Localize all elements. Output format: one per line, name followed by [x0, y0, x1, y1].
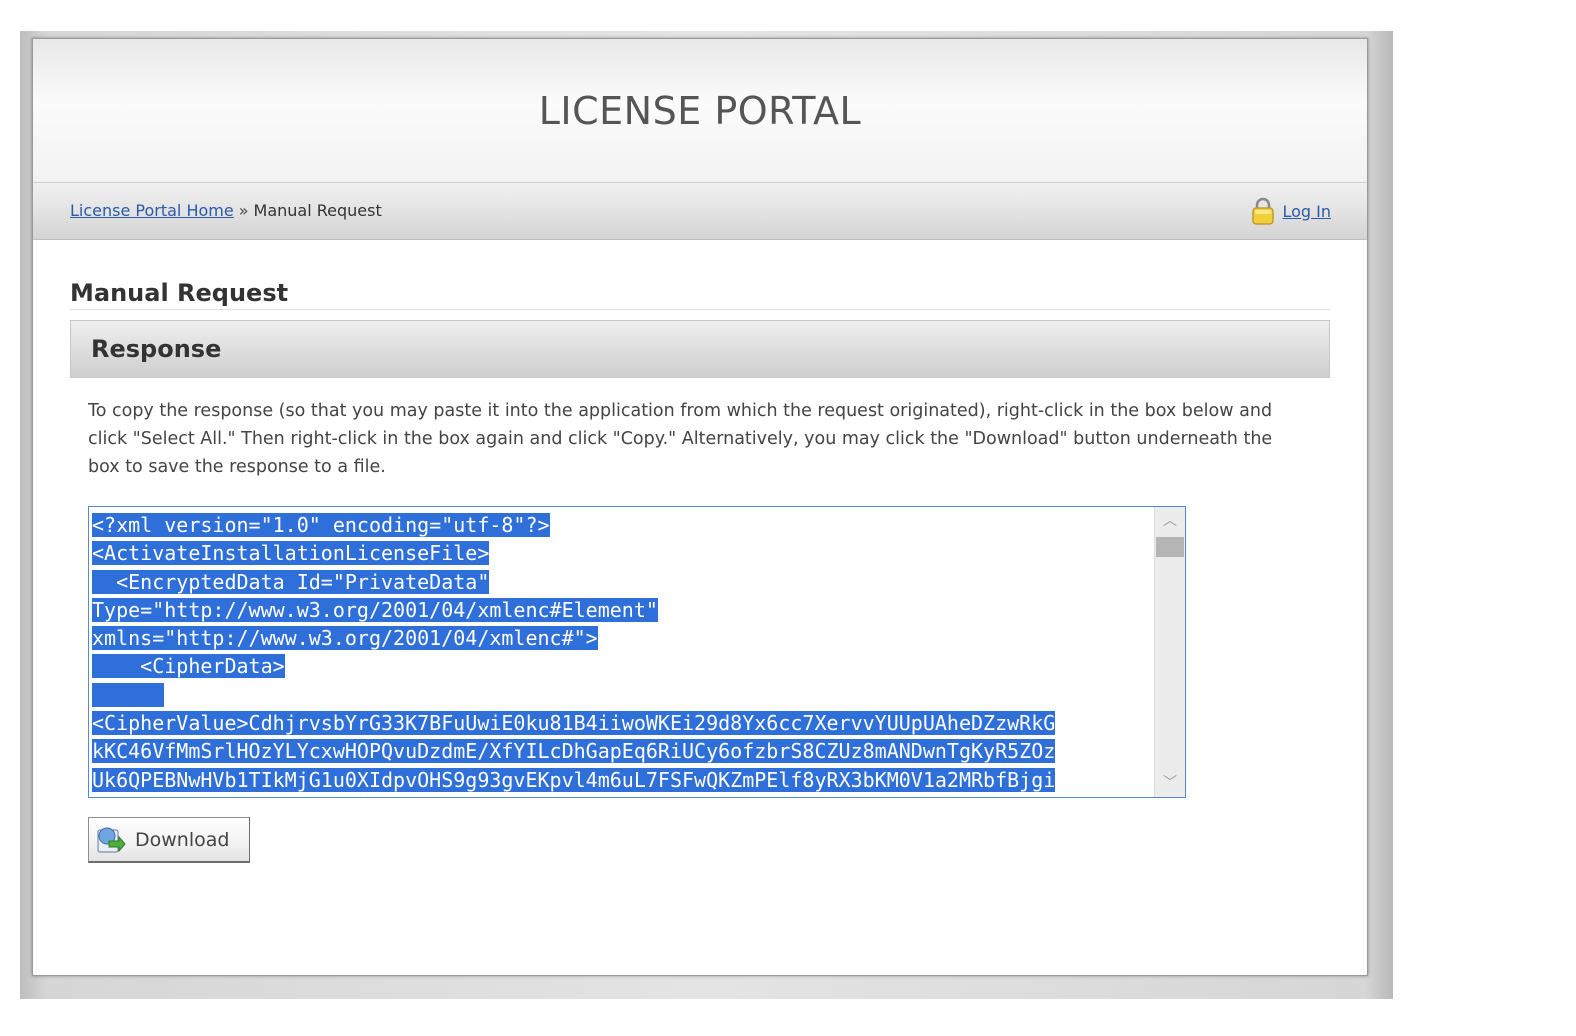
response-line-text: <ActivateInstallationLicenseFile> — [92, 541, 490, 566]
lock-icon — [1250, 196, 1276, 226]
response-line: Type="http://www.w3.org/2001/04/xmlenc#E… — [92, 596, 1152, 624]
response-line-text: kKC46VfMmSrlHOzYLYcxwHOPQvuDzdmE/XfYILcD… — [92, 739, 1056, 764]
response-line-text: Uk6QPEBNwHVb1TIkMjG1u0XIdpvOHS9g93gvEKpv… — [92, 767, 1056, 792]
response-line: <?xml version="1.0" encoding="utf-8"?> — [92, 511, 1152, 539]
response-line-text: xmlns="http://www.w3.org/2001/04/xmlenc#… — [92, 626, 598, 651]
download-icon — [95, 824, 127, 856]
portal-header: LICENSE PORTAL — [33, 39, 1367, 183]
nav-bar: License Portal Home» Manual Request Log I… — [33, 183, 1367, 240]
portal-frame: LICENSE PORTAL License Portal Home» Manua… — [32, 38, 1368, 976]
breadcrumb: License Portal Home» Manual Request — [70, 201, 382, 220]
breadcrumb-current: Manual Request — [253, 201, 382, 220]
response-line-text: <CipherData> — [92, 654, 285, 679]
response-textarea[interactable]: <?xml version="1.0" encoding="utf-8"?> <A… — [88, 506, 1186, 798]
download-label: Download — [135, 828, 230, 851]
response-line: <ActivateInstallationLicenseFile> — [92, 539, 1152, 567]
response-line-text: <CipherValue>CdhjrvsbYrG33K7BFuUwiE0ku81… — [92, 711, 1056, 736]
response-line: <CipherData> — [92, 652, 1152, 680]
response-text[interactable]: <?xml version="1.0" encoding="utf-8"?> <A… — [92, 511, 1152, 794]
scroll-down-icon[interactable]: ﹀ — [1155, 771, 1185, 795]
section-title: Response — [91, 335, 222, 363]
textarea-scrollbar[interactable]: ︿ ﹀ — [1154, 507, 1185, 797]
download-button[interactable]: Download — [88, 817, 250, 863]
breadcrumb-home-link[interactable]: License Portal Home — [70, 201, 234, 220]
response-line: xmlns="http://www.w3.org/2001/04/xmlenc#… — [92, 624, 1152, 652]
scroll-up-icon[interactable]: ︿ — [1155, 509, 1185, 533]
page-heading: Manual Request — [70, 279, 289, 307]
response-section-header: Response — [70, 320, 1330, 378]
response-line-text: <EncryptedData Id="PrivateData" — [92, 569, 490, 594]
breadcrumb-separator: » — [238, 201, 249, 220]
response-line: <EncryptedData Id="PrivateData" — [92, 568, 1152, 596]
response-line: Uk6QPEBNwHVb1TIkMjG1u0XIdpvOHS9g93gvEKpv… — [92, 766, 1152, 794]
heading-divider — [70, 309, 1330, 310]
response-line: kKC46VfMmSrlHOzYLYcxwHOPQvuDzdmE/XfYILcD… — [92, 737, 1152, 765]
response-line-text: Type="http://www.w3.org/2001/04/xmlenc#E… — [92, 597, 658, 622]
response-line: <CipherValue>CdhjrvsbYrG33K7BFuUwiE0ku81… — [92, 709, 1152, 737]
response-line — [92, 681, 1152, 709]
scroll-thumb[interactable] — [1156, 537, 1184, 557]
instructions-text: To copy the response (so that you may pa… — [88, 401, 1273, 477]
response-line-text: <?xml version="1.0" encoding="utf-8"?> — [92, 513, 550, 537]
login-link[interactable]: Log In — [1282, 202, 1331, 221]
login-area[interactable]: Log In — [1250, 196, 1331, 226]
response-line-text — [92, 682, 165, 707]
portal-title: LICENSE PORTAL — [538, 89, 862, 133]
